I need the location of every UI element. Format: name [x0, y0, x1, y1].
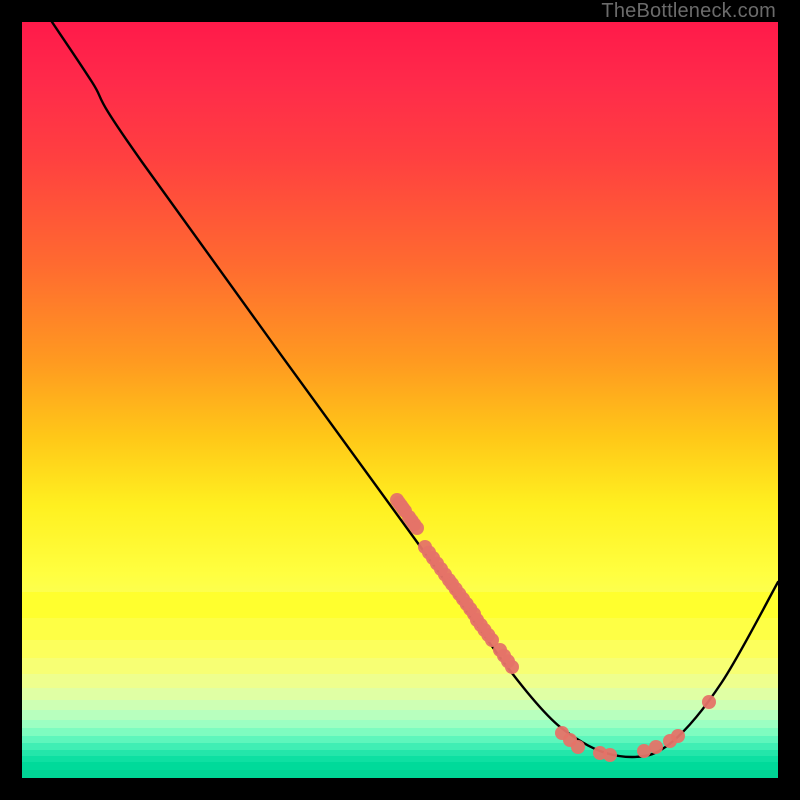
- chart-frame: [22, 22, 778, 778]
- data-marker: [505, 660, 519, 674]
- data-marker: [649, 740, 663, 754]
- data-marker: [410, 521, 424, 535]
- data-marker: [603, 748, 617, 762]
- data-marker: [571, 740, 585, 754]
- data-marker: [637, 744, 651, 758]
- watermark-text: TheBottleneck.com: [601, 0, 776, 23]
- chart-svg: [22, 22, 778, 778]
- bottleneck-curve: [52, 22, 778, 757]
- data-marker: [702, 695, 716, 709]
- data-marker: [671, 729, 685, 743]
